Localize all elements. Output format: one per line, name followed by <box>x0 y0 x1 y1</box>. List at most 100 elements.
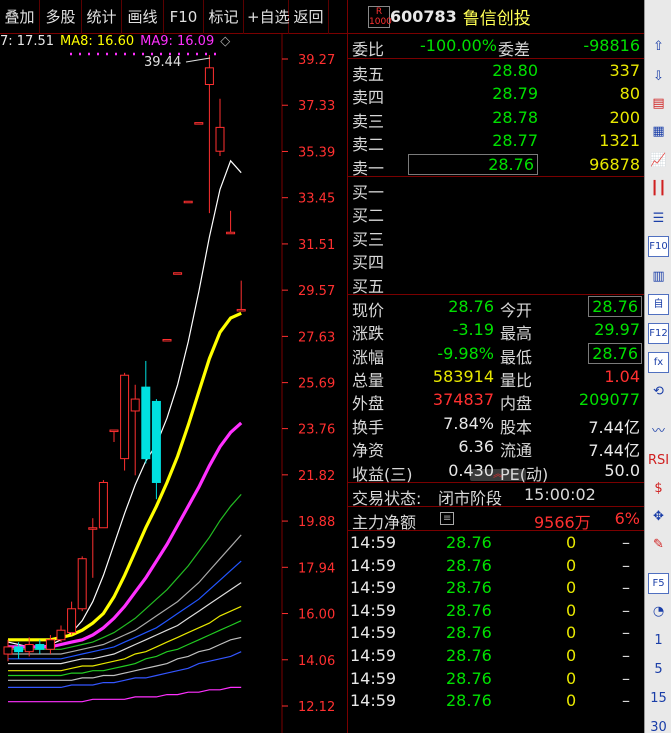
candle-body <box>77 558 87 610</box>
rsi-icon[interactable]: RSI <box>648 450 669 471</box>
bid-row[interactable]: 买三 <box>348 224 644 249</box>
toolbar-button[interactable]: 画线 <box>122 0 164 34</box>
bid-label: 买四 <box>352 253 385 273</box>
arrow-up-icon[interactable]: ⇧ <box>648 36 669 57</box>
legend-toggle-icon[interactable]: ◇ <box>220 34 230 49</box>
stat-label: 涨幅 <box>352 347 385 367</box>
tick-direction: – <box>622 600 630 620</box>
main-flow-pct: 6% <box>614 509 640 529</box>
stat-value: -9.98% <box>437 343 494 363</box>
ask-label: 卖三 <box>352 111 385 131</box>
ask-volume: 80 <box>619 84 640 104</box>
price-axis-label: 35.39 <box>298 145 335 160</box>
report-icon[interactable]: ▤ <box>648 93 669 114</box>
f10-icon[interactable]: F10 <box>648 236 669 257</box>
toolbar-button[interactable]: +自选 <box>244 0 290 34</box>
ma-legend: 7: 17.51 MA8: 16.60 MA9: 16.09 ◇ <box>0 34 236 50</box>
stat-label: 流通 <box>500 441 533 461</box>
self-select-icon[interactable]: 自 <box>648 294 669 315</box>
period-button[interactable]: 30 <box>648 717 669 733</box>
stat-label: 内盘 <box>500 394 533 414</box>
ask-row[interactable]: 卖四 28.79 80 <box>348 82 644 108</box>
period-button[interactable]: 5 <box>648 659 669 680</box>
weicha-value: -98816 <box>583 36 640 55</box>
ma-legend-item: MA8: 16.60 <box>60 34 135 49</box>
f12-icon[interactable]: F12 <box>648 323 669 344</box>
stats-row: 涨跌 -3.19 最高 29.97 <box>348 318 644 344</box>
price-axis-label: 25.69 <box>298 377 335 392</box>
line-chart-icon[interactable]: 📈 <box>648 150 669 171</box>
tick-time: 14:59 <box>350 533 397 553</box>
stat-label: 量比 <box>500 371 533 391</box>
tick-row: 14:59 28.76 0 – <box>348 599 644 622</box>
bid-row[interactable]: 买五 <box>348 271 644 296</box>
tick-price: 28.76 <box>446 600 492 620</box>
toolbar-button[interactable]: 返回 <box>289 0 329 34</box>
money-icon[interactable]: $ <box>648 478 669 499</box>
table-icon[interactable]: ▦ <box>648 121 669 142</box>
bid-label: 买三 <box>352 229 385 249</box>
candle-body <box>151 400 161 483</box>
list-icon[interactable]: ☰ <box>648 208 669 229</box>
stat-label: 今开 <box>500 300 533 320</box>
tick-row: 14:59 28.76 0 – <box>348 554 644 577</box>
tick-list[interactable]: 14:59 28.76 0–14:59 28.76 0–14:59 28.76 0–14:5… <box>348 531 644 712</box>
arrow-down-icon[interactable]: ⇩ <box>648 66 669 87</box>
f5-icon[interactable]: F5 <box>648 573 669 594</box>
kline-chart[interactable]: 39.27 37.33 35.39 33.45 31.51 29.57 27.63 25.69… <box>0 34 347 733</box>
tick-volume: 0 <box>566 600 577 620</box>
trade-status-time: 15:00:02 <box>524 485 596 505</box>
info-icon[interactable]: ▥ <box>648 266 669 287</box>
ask-row[interactable]: 卖五 28.80 337 <box>348 59 644 84</box>
toolbar-button[interactable]: 统计 <box>82 0 122 34</box>
candle-body <box>24 644 34 653</box>
bid-label: 买五 <box>352 276 385 296</box>
tick-row: 14:59 28.76 0 – <box>348 576 644 599</box>
stat-value: 29.97 <box>594 320 640 340</box>
period-button[interactable]: 15 <box>648 688 669 709</box>
stats-row: 涨幅 -9.98% 最低 28.76 <box>348 342 644 367</box>
main-flow-value: 9566万 <box>534 513 591 533</box>
tick-time: 14:59 <box>350 668 397 688</box>
stat-label: 最低 <box>500 347 533 367</box>
ask-row[interactable]: 卖三 28.78 200 <box>348 106 644 131</box>
bid-row[interactable]: 买四 <box>348 247 644 273</box>
candle-body <box>14 646 24 653</box>
candle-body <box>226 231 236 235</box>
toolbar-button[interactable]: 叠加 <box>0 0 40 34</box>
stat-label: 涨跌 <box>352 324 385 344</box>
pencil-icon[interactable]: ✎ <box>648 534 669 555</box>
tick-volume: 0 <box>566 691 577 711</box>
candle-body <box>236 308 246 312</box>
bid-row[interactable]: 买二 <box>348 200 644 225</box>
ask-price: 28.80 <box>492 61 538 80</box>
bid-row[interactable]: 买一 <box>348 177 644 202</box>
ask-row[interactable]: 卖一 28.76 96878 <box>348 153 644 178</box>
main-flow-row[interactable]: 主力净额 ≡ 9566万 6% <box>348 507 644 533</box>
main-flow-label: 主力净额 <box>352 513 417 533</box>
candle-body <box>88 527 98 530</box>
move-icon[interactable]: ✥ <box>648 506 669 527</box>
tick-time: 14:59 <box>350 646 397 665</box>
stats-row: 总量 583914 量比 1.04 <box>348 365 644 391</box>
tick-direction: – <box>622 623 630 643</box>
clock-icon[interactable]: ◔ <box>648 601 669 622</box>
toolbar-button[interactable]: 标记 <box>204 0 244 34</box>
tick-direction: – <box>622 668 630 688</box>
period-button[interactable]: 1 <box>648 630 669 651</box>
ask-label: 卖四 <box>352 88 385 108</box>
candle-body <box>141 386 151 460</box>
kline-icon[interactable]: ┃┃ <box>648 178 669 199</box>
ma-line <box>8 311 242 642</box>
stat-value: 28.76 <box>588 342 642 364</box>
toolbar-button[interactable]: 多股 <box>40 0 82 34</box>
formula-icon[interactable]: fx <box>648 352 669 373</box>
toolbar-button[interactable]: F10 <box>164 0 204 34</box>
refresh-icon[interactable]: ⟲ <box>648 381 669 402</box>
trade-status-value: 闭市阶段 <box>438 489 503 509</box>
tick-time: 14:59 <box>350 578 397 598</box>
price-axis-label: 39.27 <box>298 53 335 68</box>
price-axis-label: 17.94 <box>298 561 335 576</box>
ask-row[interactable]: 卖二 28.77 1321 <box>348 129 644 154</box>
indicator-icon[interactable]: 〰 <box>648 421 669 442</box>
